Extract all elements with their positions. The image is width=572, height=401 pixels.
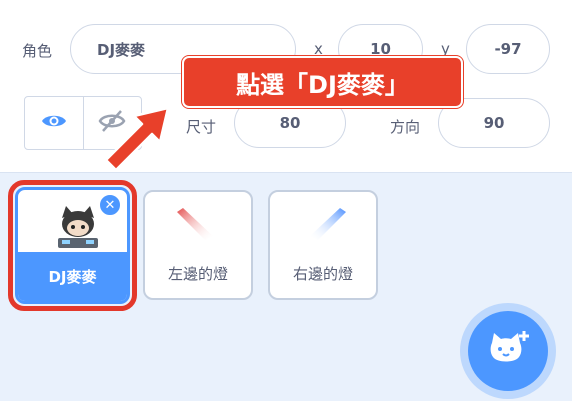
sprite-label: 角色 [22, 42, 53, 60]
dj-sprite-thumbnail [56, 204, 100, 256]
eye-icon [41, 112, 67, 134]
callout-arrow-icon [96, 100, 176, 176]
direction-label: 方向 [390, 118, 421, 136]
sprite-name-label: DJ麥麥 [48, 268, 97, 286]
sprite-name-label: 右邊的燈 [292, 265, 353, 283]
sprite-tile-left-light[interactable]: 左邊的燈 [143, 190, 253, 300]
left-light-thumbnail [175, 206, 215, 246]
add-sprite-cat-icon [486, 329, 530, 373]
delete-sprite-button[interactable]: ✕ [99, 194, 121, 216]
instruction-callout: 點選「DJ麥麥」 [182, 56, 463, 108]
right-light-thumbnail [308, 206, 348, 246]
sprite-tile-dj[interactable]: ✕ DJ麥麥 [15, 187, 130, 304]
size-label: 尺寸 [186, 118, 217, 136]
sprite-tile-right-light[interactable]: 右邊的燈 [268, 190, 378, 300]
add-sprite-button[interactable] [468, 311, 548, 391]
y-input[interactable]: -97 [466, 24, 550, 74]
close-icon: ✕ [104, 197, 116, 213]
show-button[interactable] [25, 97, 83, 149]
sprite-name-label: 左邊的燈 [167, 265, 228, 283]
